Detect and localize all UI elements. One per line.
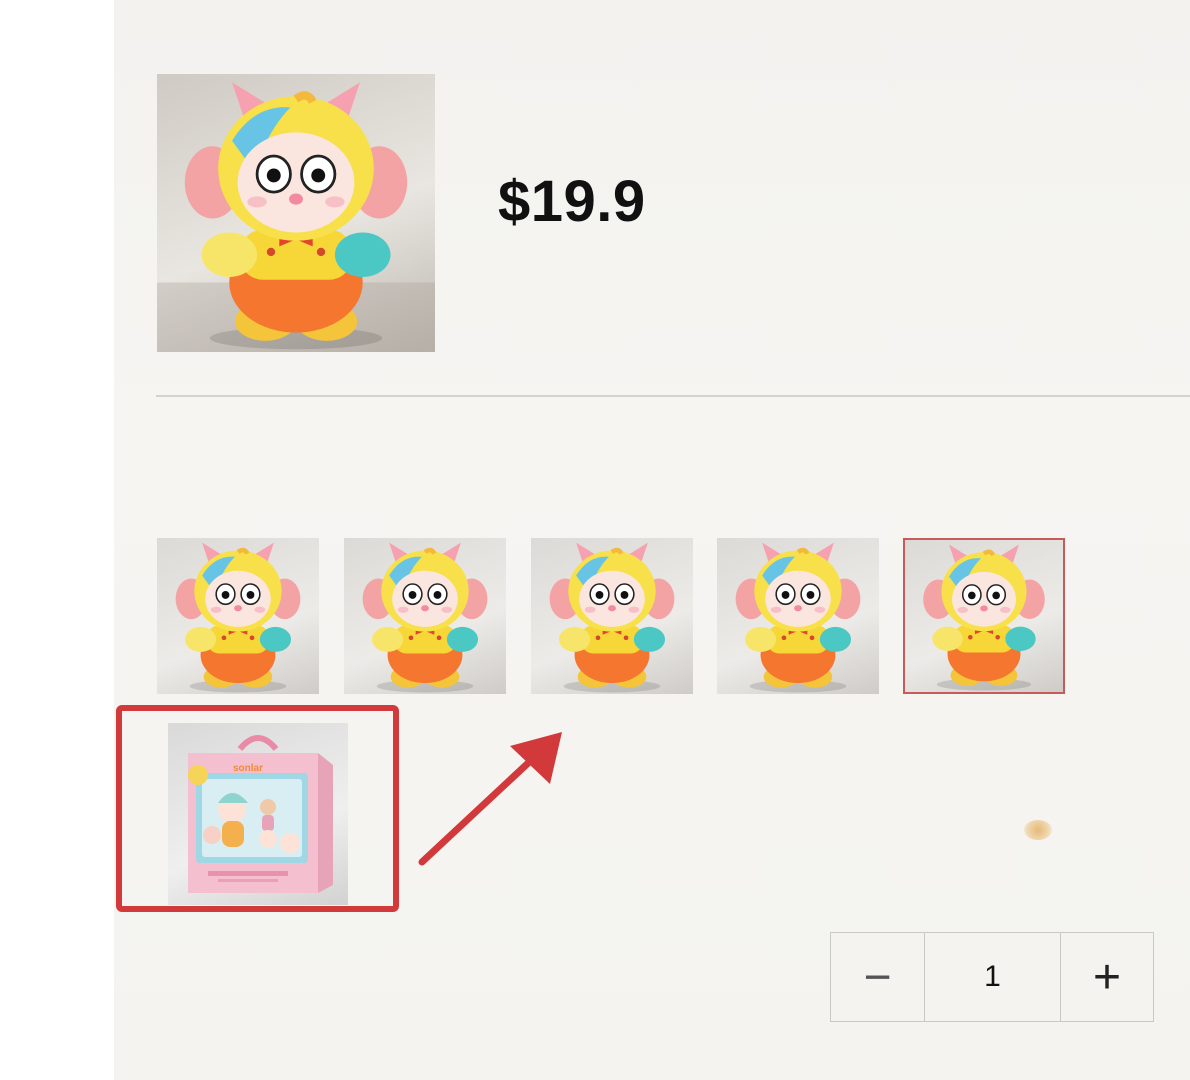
quantity-value[interactable]: 1 [925,933,1060,1021]
quantity-stepper: − 1 + [830,932,1154,1022]
highlight-annotation-box [116,705,399,912]
main-product-image [157,74,435,352]
variant-option-3[interactable] [531,538,693,694]
decrease-quantity-button[interactable]: − [831,933,925,1021]
paper-stain [1024,820,1052,840]
plush-toy-variant-1-icon [157,538,319,694]
plush-toy-variant-4-icon [717,538,879,694]
plush-toy-variant-2-icon [344,538,506,694]
plush-toy-image [157,74,435,352]
annotation-arrow-icon [418,732,562,866]
section-divider [156,395,1190,397]
variant-option-2[interactable] [344,538,506,694]
plush-toy-variant-3-icon [531,538,693,694]
plush-toy-variant-5-icon [905,540,1063,692]
variant-option-5-selected[interactable] [903,538,1065,694]
variant-option-1[interactable] [157,538,319,694]
variant-option-4[interactable] [717,538,879,694]
increase-quantity-button[interactable]: + [1060,933,1153,1021]
product-price: $19.9 [498,169,646,234]
